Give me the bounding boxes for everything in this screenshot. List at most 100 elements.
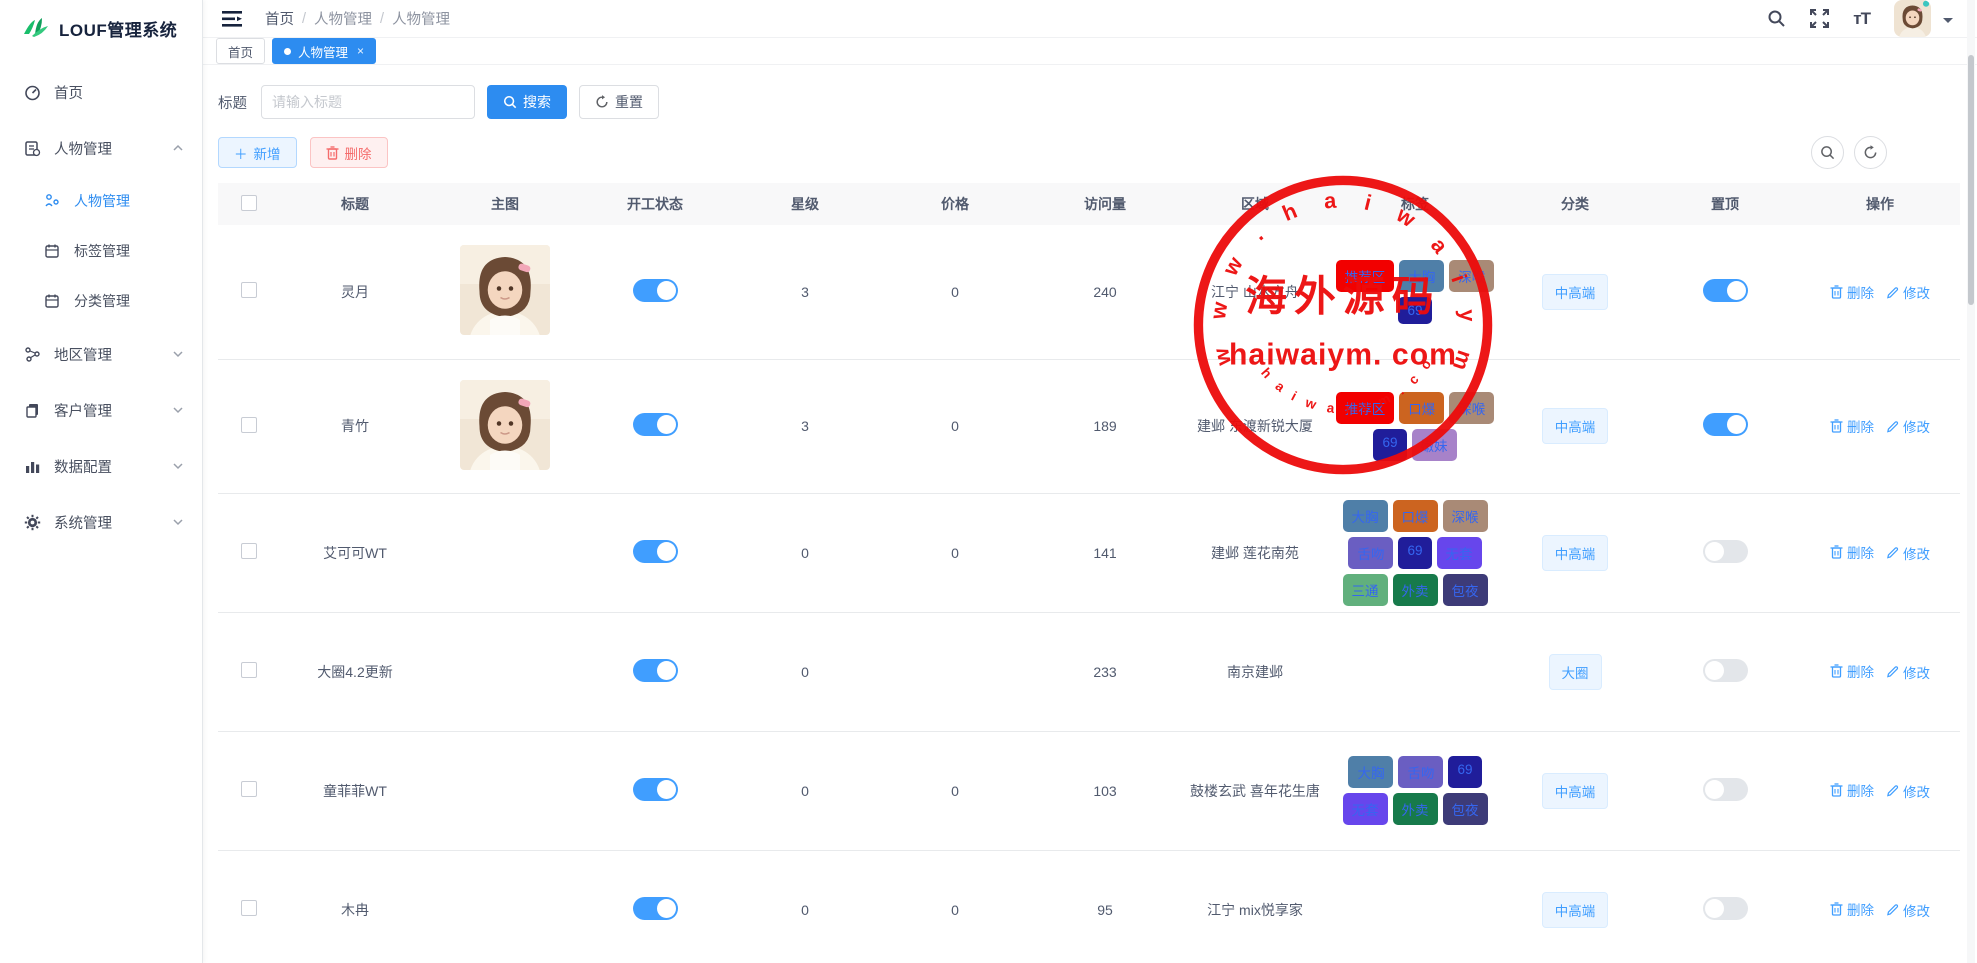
sidebar-item-region-mgmt[interactable]: 地区管理 xyxy=(0,326,202,382)
table-refresh-button[interactable] xyxy=(1854,136,1887,169)
add-button[interactable]: ＋ 新增 xyxy=(218,137,297,168)
edit-icon xyxy=(1886,286,1899,299)
row-tags: 推荐区大胸深喉 69 xyxy=(1334,260,1496,324)
tag-chip[interactable]: 外卖 xyxy=(1393,574,1438,606)
category-pill[interactable]: 中高端 xyxy=(1542,408,1609,444)
breadcrumb-item[interactable]: 首页 xyxy=(265,8,294,29)
work-status-toggle[interactable] xyxy=(633,540,678,563)
tag-chip[interactable]: 推荐区 xyxy=(1336,260,1395,292)
work-status-toggle[interactable] xyxy=(633,279,678,302)
sidebar-subitem-person-mgmt[interactable]: 人物管理 xyxy=(0,176,202,226)
tag-chip[interactable]: 嫩妹 xyxy=(1412,429,1457,461)
sidebar-subitem-tag-mgmt[interactable]: 标签管理 xyxy=(0,226,202,276)
category-pill[interactable]: 中高端 xyxy=(1542,892,1609,928)
tab-close-icon[interactable]: × xyxy=(357,44,364,58)
tag-chip[interactable]: 深喉 xyxy=(1443,500,1488,532)
category-pill[interactable]: 中高端 xyxy=(1542,773,1609,809)
reset-button[interactable]: 重置 xyxy=(579,85,659,119)
tab-home[interactable]: 首页 xyxy=(216,38,265,64)
table-search-button[interactable] xyxy=(1811,136,1844,169)
row-edit-link[interactable]: 修改 xyxy=(1886,282,1930,302)
tag-chip[interactable]: 69 xyxy=(1373,429,1406,461)
sidebar-item-person-mgmt[interactable]: 人物管理 xyxy=(0,120,202,176)
row-delete-link[interactable]: 删除 xyxy=(1830,282,1874,302)
network-icon xyxy=(24,346,41,363)
breadcrumb-item[interactable]: 人物管理 xyxy=(314,8,372,29)
work-status-toggle[interactable] xyxy=(633,413,678,436)
delete-button-label: 删除 xyxy=(345,143,372,163)
tag-chip[interactable]: 大胸 xyxy=(1343,500,1388,532)
edit-icon xyxy=(1886,420,1899,433)
row-star: 0 xyxy=(801,545,809,561)
row-delete-link[interactable]: 删除 xyxy=(1830,416,1874,436)
user-avatar[interactable] xyxy=(1894,0,1931,37)
category-pill[interactable]: 大圈 xyxy=(1549,654,1602,690)
tag-chip[interactable]: 深喉 xyxy=(1449,392,1494,424)
search-icon[interactable] xyxy=(1767,9,1786,28)
search-button[interactable]: 搜索 xyxy=(487,85,567,119)
sidebar-subitem-category-mgmt[interactable]: 分类管理 xyxy=(0,276,202,326)
delete-button[interactable]: 删除 xyxy=(310,137,388,168)
work-status-toggle[interactable] xyxy=(633,659,678,682)
pin-toggle[interactable] xyxy=(1703,413,1748,436)
row-visits: 103 xyxy=(1093,783,1116,799)
row-edit-link[interactable]: 修改 xyxy=(1886,543,1930,563)
tag-chip[interactable]: 无套 xyxy=(1437,537,1482,569)
row-photo xyxy=(460,245,550,335)
tab-person-mgmt[interactable]: 人物管理 × xyxy=(272,38,376,64)
row-checkbox[interactable] xyxy=(241,543,257,559)
row-delete-link[interactable]: 删除 xyxy=(1830,661,1874,681)
user-menu-caret-icon[interactable] xyxy=(1943,18,1953,28)
tag-chip[interactable]: 推荐区 xyxy=(1336,392,1395,424)
category-pill[interactable]: 中高端 xyxy=(1542,274,1609,310)
pin-toggle[interactable] xyxy=(1703,897,1748,920)
row-edit-link[interactable]: 修改 xyxy=(1886,781,1930,801)
row-edit-link[interactable]: 修改 xyxy=(1886,416,1930,436)
tag-chip[interactable]: 无套 xyxy=(1343,793,1388,825)
row-edit-link[interactable]: 修改 xyxy=(1886,900,1930,920)
row-delete-link[interactable]: 删除 xyxy=(1830,542,1874,562)
tag-chip[interactable]: 外卖 xyxy=(1393,793,1438,825)
breadcrumb-item[interactable]: 人物管理 xyxy=(392,8,450,29)
tag-chip[interactable]: 包夜 xyxy=(1443,574,1488,606)
tag-chip[interactable]: 深喉 xyxy=(1449,260,1494,292)
tag-chip[interactable]: 69 xyxy=(1448,756,1481,788)
tag-chip[interactable]: 69 xyxy=(1398,297,1431,324)
scrollbar-thumb[interactable] xyxy=(1968,55,1974,305)
pin-toggle[interactable] xyxy=(1703,778,1748,801)
tag-chip[interactable]: 三通 xyxy=(1343,574,1388,606)
menu-collapse-icon[interactable] xyxy=(221,9,243,29)
pin-toggle[interactable] xyxy=(1703,659,1748,682)
sidebar-item-customer-mgmt[interactable]: 客户管理 xyxy=(0,382,202,438)
category-pill[interactable]: 中高端 xyxy=(1542,535,1609,571)
font-size-icon[interactable]: тT xyxy=(1853,9,1870,29)
work-status-toggle[interactable] xyxy=(633,897,678,920)
sidebar-item-system-mgmt[interactable]: 系统管理 xyxy=(0,494,202,550)
work-status-toggle[interactable] xyxy=(633,778,678,801)
row-edit-link[interactable]: 修改 xyxy=(1886,662,1930,682)
row-delete-link[interactable]: 删除 xyxy=(1830,780,1874,800)
row-checkbox[interactable] xyxy=(241,900,257,916)
tag-chip[interactable]: 口爆 xyxy=(1399,392,1444,424)
pin-toggle[interactable] xyxy=(1703,540,1748,563)
tag-chip[interactable]: 包夜 xyxy=(1443,793,1488,825)
filter-label: 标题 xyxy=(218,92,247,113)
sidebar-item-data-config[interactable]: 数据配置 xyxy=(0,438,202,494)
tag-chip[interactable]: 舌吻 xyxy=(1398,756,1443,788)
pin-toggle[interactable] xyxy=(1703,279,1748,302)
title-search-input[interactable] xyxy=(261,85,475,119)
tag-chip[interactable]: 舌吻 xyxy=(1348,537,1393,569)
row-checkbox[interactable] xyxy=(241,417,257,433)
select-all-checkbox[interactable] xyxy=(241,195,257,211)
row-delete-link[interactable]: 删除 xyxy=(1830,899,1874,919)
row-checkbox[interactable] xyxy=(241,282,257,298)
page-scrollbar[interactable] xyxy=(1967,0,1975,963)
row-checkbox[interactable] xyxy=(241,781,257,797)
tag-chip[interactable]: 大胸 xyxy=(1348,756,1393,788)
tag-chip[interactable]: 大胸 xyxy=(1399,260,1444,292)
fullscreen-icon[interactable] xyxy=(1810,9,1829,28)
row-checkbox[interactable] xyxy=(241,662,257,678)
tag-chip[interactable]: 口爆 xyxy=(1393,500,1438,532)
sidebar-item-home[interactable]: 首页 xyxy=(0,64,202,120)
tag-chip[interactable]: 69 xyxy=(1398,537,1431,569)
